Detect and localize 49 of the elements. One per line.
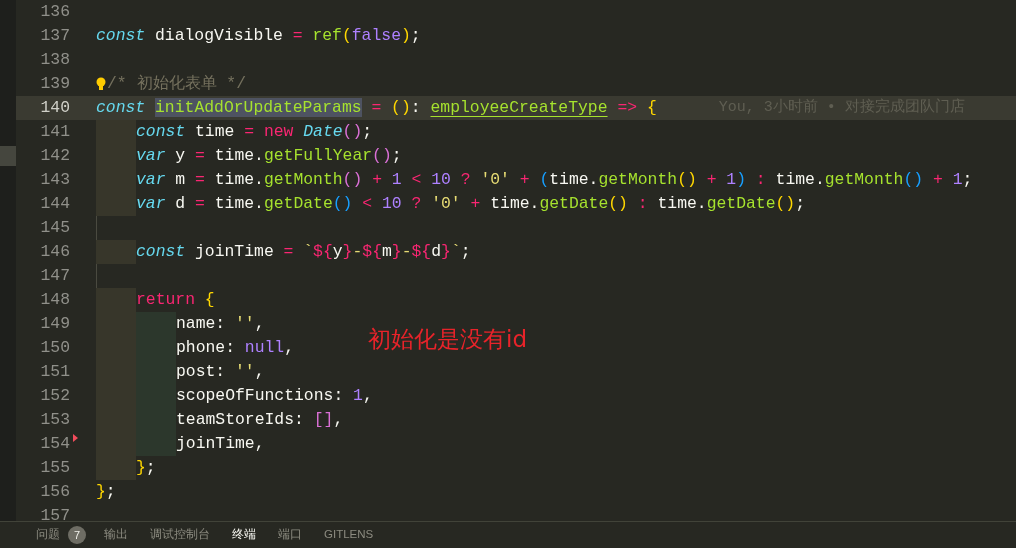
line-number: 156 <box>39 480 70 503</box>
code-line: const initAddOrUpdateParams = (): employeeCreateType => { <box>96 96 657 119</box>
code-line: }; <box>136 456 156 479</box>
code-line: phone: null, <box>176 336 295 359</box>
code-line: return { <box>136 288 215 311</box>
line-number: 150 <box>39 336 70 359</box>
line-number: 138 <box>39 48 70 71</box>
line-number: 155 <box>39 456 70 479</box>
annotation-text: 初始化是没有id <box>368 325 527 354</box>
line-number: 144 <box>39 192 70 215</box>
panel-tab[interactable]: GITLENS <box>324 526 374 544</box>
line-number: 149 <box>39 312 70 335</box>
code-line: const time = new Date(); <box>136 120 373 143</box>
line-number: 143 <box>39 168 70 191</box>
code-line: const dialogVisible = ref(false); <box>96 24 421 47</box>
panel-tab[interactable]: 问题 <box>36 526 60 544</box>
code-line: var y = time.getFullYear(); <box>136 144 402 167</box>
line-number: 154 <box>39 432 70 455</box>
panel-tab[interactable]: 端口 <box>278 526 302 544</box>
panel-tab[interactable]: 终端 <box>232 526 256 544</box>
line-number: 147 <box>39 264 70 287</box>
line-number: 148 <box>39 288 70 311</box>
count-badge: 7 <box>68 526 86 544</box>
line-number: 141 <box>39 120 70 143</box>
code-comment: /* 初始化表单 */ <box>107 72 247 95</box>
line-number: 140 <box>39 96 70 119</box>
line-number: 142 <box>39 144 70 167</box>
line-number: 145 <box>39 216 70 239</box>
line-number: 157 <box>39 504 70 521</box>
lightbulb-icon[interactable] <box>96 77 106 91</box>
code-line: joinTime, <box>176 432 265 455</box>
panel-tab[interactable]: 输出 <box>104 526 128 544</box>
code-line: const joinTime = `${y}-${m}-${d}`; <box>136 240 471 263</box>
code-line: var d = time.getDate() < 10 ? '0' + time.getDate() : time.getDate(); <box>136 192 806 215</box>
code-line: }; <box>96 480 116 503</box>
code-line: post: '', <box>176 360 265 383</box>
line-number: 136 <box>39 0 70 23</box>
line-number: 139 <box>39 72 70 95</box>
line-number: 146 <box>39 240 70 263</box>
code-line: name: '', <box>176 312 265 335</box>
code-line: var m = time.getMonth() + 1 < 10 ? '0' + (time.getMonth() + 1) : time.getMonth() + 1; <box>136 168 973 191</box>
code-line: scopeOfFunctions: 1, <box>176 384 373 407</box>
panel-tab[interactable]: 调试控制台 <box>150 526 210 544</box>
line-number: 151 <box>39 360 70 383</box>
line-number: 153 <box>39 408 70 431</box>
code-line: teamStoreIds: [], <box>176 408 344 431</box>
line-number: 152 <box>39 384 70 407</box>
scroll-indicator <box>0 146 16 166</box>
line-number: 137 <box>39 24 70 47</box>
